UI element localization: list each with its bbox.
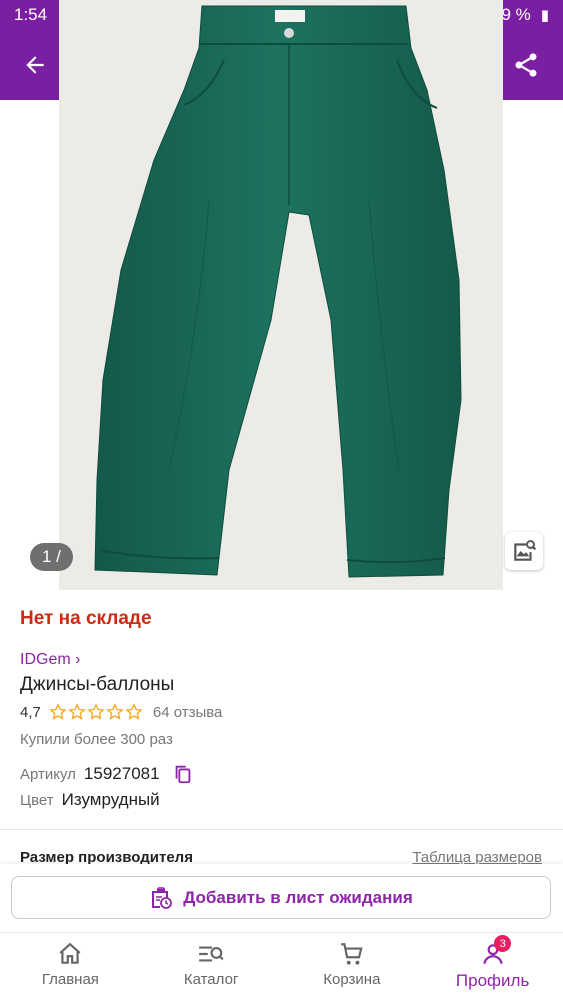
- rating-row[interactable]: 4,7 64 отзыва: [20, 703, 222, 721]
- rating-stars: [49, 703, 143, 721]
- nav-cart[interactable]: Корзина: [282, 933, 423, 1001]
- status-time: 1:54: [14, 5, 48, 24]
- back-button[interactable]: [18, 48, 52, 82]
- star-icon: [106, 703, 124, 720]
- share-icon: [515, 53, 537, 77]
- reviews-count: 64 отзыва: [152, 703, 223, 721]
- waitlist-clock-icon: [152, 886, 173, 909]
- color-label: Цвет: [20, 791, 54, 809]
- article-label: Артикул: [20, 765, 76, 783]
- bottom-nav: Главная Каталог Корзина 3 Профиль: [0, 932, 563, 1001]
- star-icon: [68, 703, 86, 720]
- nav-cart-label: Корзина: [323, 971, 381, 988]
- purchase-count: Купили более 300 раз: [20, 731, 173, 748]
- copy-icon[interactable]: [172, 763, 194, 785]
- rating-value: 4,7: [20, 703, 41, 721]
- profile-badge: 3: [494, 935, 512, 952]
- product-title: Джинсы-баллоны: [20, 674, 175, 695]
- share-button[interactable]: [509, 48, 543, 82]
- gallery-counter: 1 /: [30, 543, 73, 571]
- article-row: Артикул 15927081: [20, 763, 194, 785]
- photo-search-button[interactable]: [505, 532, 543, 570]
- catalog-search-icon: [199, 946, 224, 962]
- nav-catalog[interactable]: Каталог: [141, 933, 282, 1001]
- star-icon: [49, 703, 67, 720]
- color-value: Изумрудный: [61, 790, 160, 809]
- image-search-icon: [514, 540, 537, 561]
- nav-catalog-label: Каталог: [183, 971, 239, 988]
- nav-home[interactable]: Главная: [0, 933, 141, 1001]
- home-icon: [59, 942, 81, 964]
- back-arrow-icon: [26, 56, 44, 74]
- cart-icon: [341, 943, 363, 965]
- jeans-illustration: [94, 5, 462, 578]
- nav-profile-label: Профиль: [455, 971, 530, 990]
- battery-icon: ▮: [540, 6, 549, 24]
- product-image[interactable]: [59, 0, 503, 590]
- section-divider: [0, 829, 563, 830]
- waitlist-label: Добавить в лист ожидания: [183, 887, 413, 907]
- stock-status: Нет на складе: [20, 608, 152, 629]
- nav-home-label: Главная: [41, 971, 99, 988]
- article-value: 15927081: [83, 764, 160, 783]
- action-area: Добавить в лист ожидания: [0, 864, 563, 932]
- nav-profile[interactable]: 3 Профиль: [422, 933, 563, 1001]
- star-icon: [125, 703, 143, 720]
- star-icon: [87, 703, 105, 720]
- add-to-waitlist-button[interactable]: Добавить в лист ожидания: [11, 876, 551, 919]
- color-row: Цвет Изумрудный: [20, 790, 160, 810]
- brand-link[interactable]: IDGem ›: [20, 651, 80, 669]
